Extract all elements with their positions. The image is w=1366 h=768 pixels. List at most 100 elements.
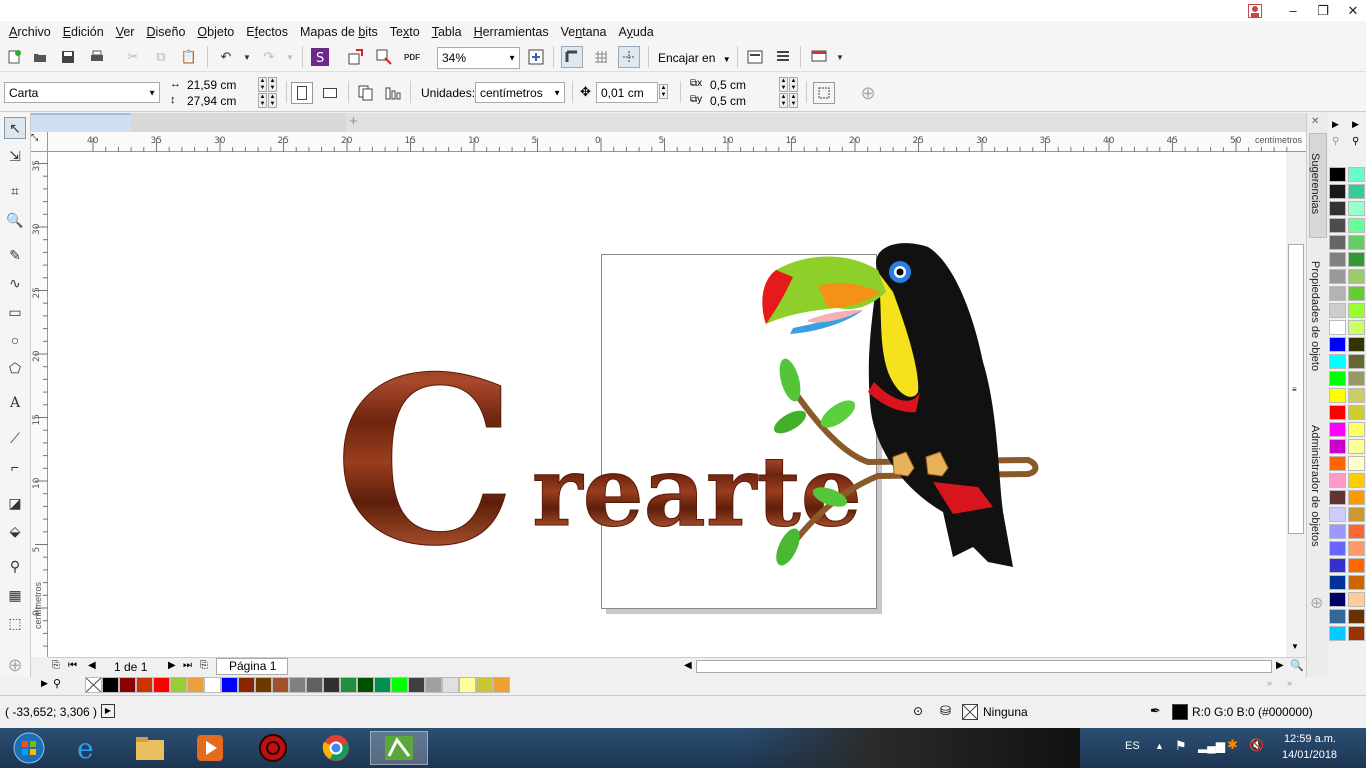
palette-swatch[interactable] (272, 677, 289, 693)
scroll-down-icon[interactable]: ▼ (1291, 642, 1299, 651)
palette-swatch[interactable] (1329, 541, 1346, 556)
menu-edición[interactable]: Edición (57, 25, 110, 39)
palette-swatch[interactable] (1329, 269, 1346, 284)
import-icon[interactable] (345, 46, 367, 68)
palette-swatch[interactable] (1348, 354, 1365, 369)
volume-muted-icon[interactable]: 🔇 (1249, 738, 1264, 752)
treat-as-filled-icon[interactable] (813, 82, 835, 104)
network-icon[interactable]: ▂▄▆ (1198, 739, 1225, 753)
palette-swatch[interactable] (1348, 541, 1365, 556)
chrome-icon[interactable] (311, 731, 361, 765)
eyedropper-icon[interactable]: ⚲ (4, 555, 26, 577)
menu-ver[interactable]: Ver (110, 25, 141, 39)
horizontal-ruler[interactable]: 40353025201510505101520253035404550 cent… (48, 132, 1306, 152)
document-tab[interactable] (31, 113, 131, 132)
palette-swatch[interactable] (1329, 286, 1346, 301)
show-rulers-icon[interactable] (561, 46, 583, 68)
new-document-icon[interactable] (3, 46, 25, 68)
coreldraw-taskbar-icon[interactable] (370, 731, 428, 765)
play-icon[interactable]: ▶ (101, 704, 115, 718)
palette-swatch[interactable] (323, 677, 340, 693)
restore-icon[interactable]: ❐ (1306, 0, 1340, 21)
palette-swatch[interactable] (153, 677, 170, 693)
tray-app-icon[interactable]: ✱ (1227, 737, 1238, 753)
palette-swatch[interactable] (221, 677, 238, 693)
minimize-icon[interactable]: – (1276, 0, 1310, 21)
docker-tab-properties-label[interactable]: Propiedades de objeto (1309, 261, 1321, 371)
pick-tool-icon[interactable]: ↖ (4, 117, 26, 139)
application-launcher-icon[interactable] (772, 46, 794, 68)
color-proof-icon[interactable]: ⊙ (913, 704, 923, 718)
close-icon[interactable]: ✕ (1336, 0, 1366, 21)
palette-swatch[interactable] (391, 677, 408, 693)
palette-swatch[interactable] (1348, 201, 1365, 216)
add-page-after-icon[interactable]: ⎘ (200, 660, 208, 671)
palette-swatch[interactable] (1348, 558, 1365, 573)
page-height-field[interactable]: 27,94 cm (182, 93, 258, 109)
palette-swatch[interactable] (1348, 286, 1365, 301)
artistic-media-icon[interactable]: ∿ (4, 272, 26, 294)
palette-swatch[interactable] (1348, 473, 1365, 488)
artwork[interactable]: C rearte (48, 152, 1286, 657)
zoom-tool-icon[interactable]: 🔍 (4, 209, 26, 231)
all-pages-icon[interactable] (355, 82, 377, 104)
docker-tab-objects-label[interactable]: Administrador de objetos (1309, 425, 1321, 547)
palette-swatch[interactable] (1348, 252, 1365, 267)
horizontal-scroll-thumb[interactable] (696, 660, 1272, 673)
export-icon[interactable] (373, 46, 395, 68)
palette-swatch[interactable] (408, 677, 425, 693)
palette-swatch[interactable] (1329, 456, 1346, 471)
palette-scroll-up-icon-2[interactable]: ▶ (1352, 119, 1359, 130)
palette-swatch[interactable] (1348, 439, 1365, 454)
palette-swatch[interactable] (289, 677, 306, 693)
chevron-down-icon[interactable]: ▼ (829, 46, 851, 68)
duplicate-y-spinner[interactable]: ▲ ▼ (779, 93, 788, 108)
close-docker-icon[interactable]: ✕ (1311, 116, 1319, 127)
palette-scroll-icon[interactable]: » (1267, 678, 1272, 688)
action-center-icon[interactable]: ⚑ (1175, 738, 1187, 754)
palette-swatch[interactable] (136, 677, 153, 693)
palette-swatch[interactable] (1348, 269, 1365, 284)
palette-swatch[interactable] (255, 677, 272, 693)
show-guidelines-icon[interactable] (618, 46, 640, 68)
menu-ayuda[interactable]: Ayuda (613, 25, 660, 39)
rectangle-tool-icon[interactable]: ▭ (4, 301, 26, 323)
palette-swatch[interactable] (442, 677, 459, 693)
add-icon[interactable]: ⊕ (857, 82, 879, 104)
first-page-icon[interactable]: ⏮ (68, 660, 77, 671)
palette-swatch[interactable] (1348, 235, 1365, 250)
language-indicator[interactable]: ES (1125, 740, 1140, 752)
zoom-to-page-icon[interactable] (525, 46, 547, 68)
welcome-screen-icon[interactable] (808, 46, 830, 68)
palette-swatch[interactable] (1329, 320, 1346, 335)
outline-color-swatch[interactable] (1172, 704, 1188, 720)
file-explorer-icon[interactable] (125, 731, 175, 765)
palette-swatch[interactable] (476, 677, 493, 693)
nudge-field[interactable]: 0,01 cm (596, 82, 658, 103)
drawing-canvas[interactable]: C rearte (48, 152, 1286, 657)
show-grid-icon[interactable] (590, 46, 612, 68)
palette-swatch[interactable] (1348, 167, 1365, 182)
menu-herramientas[interactable]: Herramientas (468, 25, 555, 39)
save-icon[interactable] (57, 46, 79, 68)
palette-swatch[interactable] (425, 677, 442, 693)
game-app-icon[interactable] (248, 731, 298, 765)
text-tool-icon[interactable]: A (4, 392, 26, 414)
add-page-before-icon[interactable]: ⎘ (52, 660, 60, 671)
palette-swatch[interactable] (1329, 507, 1346, 522)
page-preset-select[interactable]: Carta ▼ (4, 82, 160, 103)
eyedropper-icon[interactable]: ⚲ (53, 677, 61, 690)
previous-page-icon[interactable]: ◀ (88, 660, 96, 671)
new-tab-icon[interactable]: + (349, 113, 363, 132)
menu-tabla[interactable]: Tabla (426, 25, 468, 39)
ruler-origin[interactable]: ⤡ (31, 132, 48, 152)
palette-swatch[interactable] (340, 677, 357, 693)
palette-swatch[interactable] (1329, 609, 1346, 624)
vertical-scrollbar[interactable]: ≡ ▼ (1286, 152, 1306, 657)
add-docker-icon[interactable]: ⊕ (1310, 593, 1323, 613)
menu-texto[interactable]: Texto (384, 25, 426, 39)
palette-swatch[interactable] (1329, 439, 1346, 454)
dimension-tool-icon[interactable]: ⟋ (4, 427, 26, 449)
menu-diseño[interactable]: Diseño (140, 25, 191, 39)
palette-scroll-up-icon[interactable]: ▶ (1332, 119, 1339, 130)
